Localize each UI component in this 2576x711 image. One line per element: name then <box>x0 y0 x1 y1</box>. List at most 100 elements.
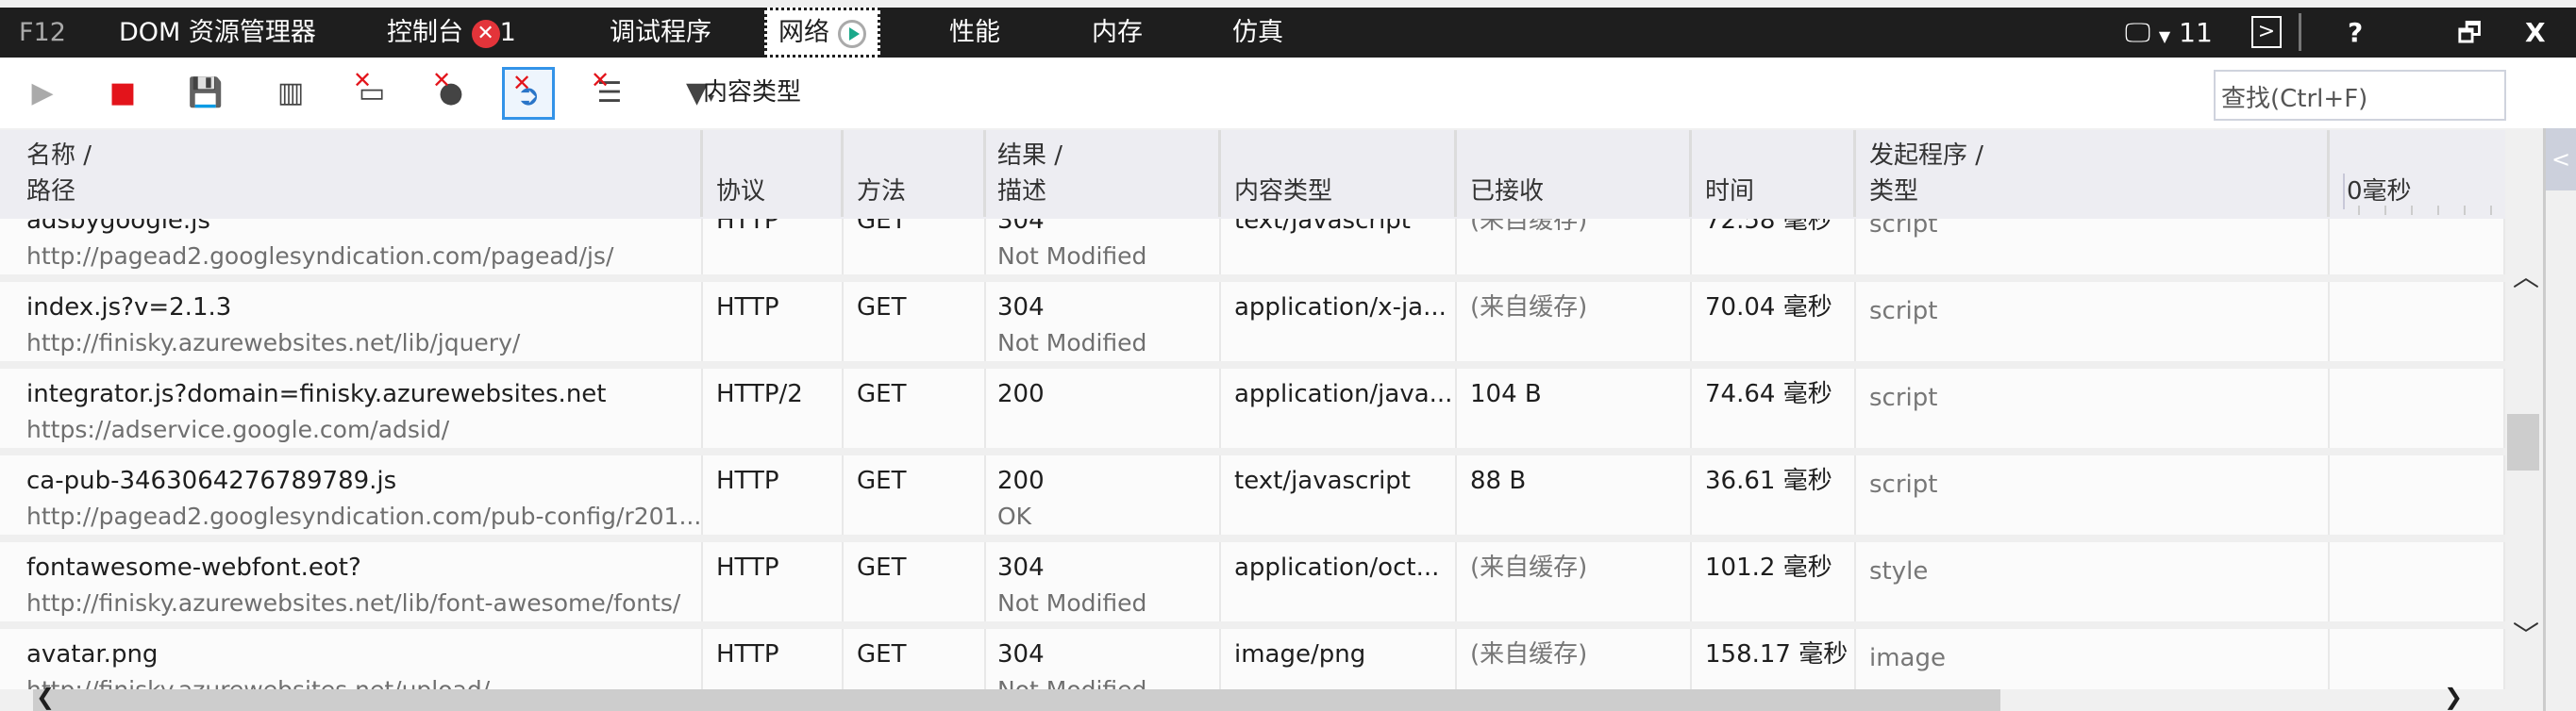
scrollbar-thumb[interactable] <box>2507 414 2539 471</box>
column-timeline[interactable]: 0毫秒 <box>2330 130 2505 217</box>
cell-received: (来自缓存) <box>1457 219 1692 274</box>
request-name: ca-pub-3463064276789789.js <box>26 467 397 495</box>
content-type-filter[interactable]: 内容类型 <box>703 73 801 107</box>
cell-initiator: script <box>1856 219 2330 274</box>
cell-received: (来自缓存) <box>1457 629 1692 689</box>
emulation-dropdown[interactable]: 🖵 ▼ 11 <box>2125 8 2213 58</box>
cell-name: adsbygoogle.js http://pagead2.googlesyndi… <box>0 219 703 274</box>
cell-result: 200 <box>986 369 1221 448</box>
column-result[interactable]: 结果 / 描述 <box>986 130 1221 217</box>
always-refresh-icon[interactable]: ▥ <box>264 67 317 120</box>
console-prompt-icon[interactable]: > <box>2251 16 2282 48</box>
column-method[interactable]: 方法 <box>844 130 986 217</box>
cell-method: GET <box>857 219 907 235</box>
column-name[interactable]: 名称 / 路径 <box>0 130 703 217</box>
cell-received: (来自缓存) <box>1470 219 1588 235</box>
table-row[interactable]: ca-pub-3463064276789789.js http://pagead2… <box>0 455 2505 542</box>
table-row[interactable]: adsbygoogle.js http://pagead2.googlesyndi… <box>0 219 2505 282</box>
table-row[interactable]: fontawesome-webfont.eot? http://finisky.a… <box>0 542 2505 629</box>
request-path: http://pagead2.googlesyndication.com/pub… <box>26 503 702 530</box>
cell-type: image/png <box>1221 629 1457 689</box>
clear-on-navigate-icon[interactable]: ✕ ➲ <box>502 67 555 120</box>
status-code: 304 <box>997 640 1045 669</box>
cell-type: application/oct... <box>1221 542 1457 621</box>
stop-profiling-icon[interactable]: ■ <box>96 67 149 120</box>
tab-memory[interactable]: 内存 <box>1092 8 1143 58</box>
column-received[interactable]: 已接收 <box>1457 130 1692 217</box>
table-row[interactable]: avatar.png http://finisky.azurewebsites.n… <box>0 629 2505 689</box>
cell-initiator: image <box>1869 644 1946 672</box>
help-button[interactable]: ? <box>2348 8 2363 58</box>
cell-method: GET <box>857 467 907 495</box>
request-name: avatar.png <box>26 640 159 669</box>
tab-dom-explorer[interactable]: DOM 资源管理器 <box>119 8 316 58</box>
cell-received: 104 B <box>1457 369 1692 448</box>
export-save-icon[interactable]: 💾 <box>179 67 232 120</box>
chevron-left-icon[interactable]: < <box>2546 128 2576 190</box>
cell-name: integrator.js?domain=finisky.azurewebsit… <box>0 369 703 448</box>
cell-time: 158.17 毫秒 <box>1705 640 1848 669</box>
scroll-left-icon[interactable]: ❮ <box>36 684 55 710</box>
cell-time: 74.64 毫秒 <box>1705 380 1832 408</box>
cell-name: ca-pub-3463064276789789.js http://pagead2… <box>0 455 703 535</box>
cell-type: text/javascript <box>1234 467 1412 495</box>
status-code: 304 <box>997 219 1045 235</box>
tab-performance[interactable]: 性能 <box>949 8 1000 58</box>
scroll-up-icon[interactable]: ︿ <box>2513 256 2539 294</box>
close-button[interactable]: X <box>2525 8 2546 58</box>
cell-result: 304 Not Modified <box>986 629 1221 689</box>
scroll-right-icon[interactable]: ❯ <box>2444 684 2463 710</box>
vertical-scrollbar[interactable]: ︿ ﹀ <box>2505 219 2543 689</box>
request-name: adsbygoogle.js <box>26 219 210 235</box>
cell-time: 72.58 毫秒 <box>1705 219 1832 235</box>
cell-received: (来自缓存) <box>1457 282 1692 361</box>
cell-time: 101.2 毫秒 <box>1692 542 1856 621</box>
column-initiator[interactable]: 发起程序 / 类型 <box>1856 130 2330 217</box>
timeline-ticks <box>2358 206 2500 215</box>
cell-result: 304 Not Modified <box>986 282 1221 361</box>
cell-method: GET <box>844 455 986 535</box>
table-row[interactable]: integrator.js?domain=finisky.azurewebsit… <box>0 369 2505 455</box>
clear-sessions-icon[interactable]: ✕ ☰ <box>583 67 636 120</box>
cell-method: GET <box>857 554 907 582</box>
tab-label: 控制台 <box>387 18 463 47</box>
horizontal-scrollbar[interactable]: ❮ ❯ <box>0 684 2505 711</box>
column-content-type[interactable]: 内容类型 <box>1221 130 1457 217</box>
cell-name: index.js?v=2.1.3 http://finisky.azurewebs… <box>0 282 703 361</box>
cell-protocol: HTTP <box>716 219 779 235</box>
scrollbar-thumb[interactable] <box>33 689 2000 711</box>
tab-console[interactable]: 控制台 ✕ 1 <box>387 8 516 58</box>
cell-initiator: script <box>1869 384 1938 412</box>
cell-protocol: HTTP <box>703 219 844 274</box>
tab-emulation[interactable]: 仿真 <box>1232 8 1283 58</box>
column-time[interactable]: 时间 <box>1692 130 1856 217</box>
cell-type: text/javascript <box>1234 219 1412 235</box>
tab-debugger[interactable]: 调试程序 <box>610 8 711 58</box>
col-label: 路径 <box>26 177 76 206</box>
cell-protocol: HTTP <box>716 640 779 669</box>
start-profiling-icon[interactable]: ▶ <box>16 67 69 120</box>
document-mode: 11 <box>2179 17 2213 48</box>
scroll-down-icon[interactable]: ﹀ <box>2513 615 2539 653</box>
cell-protocol: HTTP <box>716 293 779 322</box>
cell-protocol: HTTP <box>703 455 844 535</box>
status-desc: Not Modified <box>997 329 1147 356</box>
search-input[interactable]: 查找(Ctrl+F) <box>2214 70 2506 121</box>
col-label: 协议 <box>716 177 766 206</box>
clear-cache-icon[interactable]: ✕ ▭ <box>345 67 398 120</box>
cell-type: text/javascript <box>1221 455 1457 535</box>
column-protocol[interactable]: 协议 <box>703 130 844 217</box>
tab-network[interactable]: 网络 <box>764 8 880 58</box>
undock-icon[interactable]: 🗗 <box>2457 8 2482 58</box>
side-panel-toggle[interactable]: < <box>2543 128 2576 711</box>
cell-protocol: HTTP <box>716 554 779 582</box>
cell-protocol: HTTP/2 <box>716 380 803 408</box>
clear-cookies-icon[interactable]: ✕ ● <box>425 67 477 120</box>
col-label: 描述 <box>997 177 1047 206</box>
cell-type: image/png <box>1234 640 1366 669</box>
cell-protocol: HTTP/2 <box>703 369 844 448</box>
request-list: adsbygoogle.js http://pagead2.googlesyndi… <box>0 219 2505 689</box>
col-label: 结果 / <box>997 141 1063 170</box>
table-row[interactable]: index.js?v=2.1.3 http://finisky.azurewebs… <box>0 282 2505 369</box>
cell-time: 36.61 毫秒 <box>1705 467 1832 495</box>
